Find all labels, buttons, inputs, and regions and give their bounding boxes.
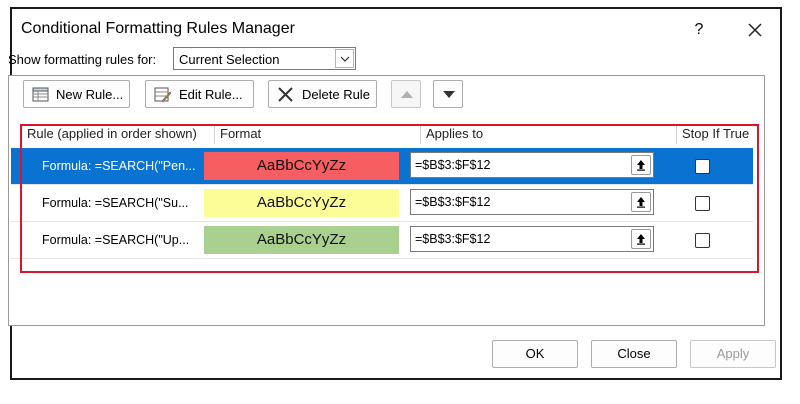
rule-description: Formula: =SEARCH("Up... bbox=[42, 233, 190, 247]
stop-if-true-checkbox[interactable] bbox=[695, 233, 710, 248]
new-rule-label: New Rule... bbox=[56, 87, 124, 102]
applies-to-field[interactable]: =$B$3:$F$12 bbox=[410, 152, 654, 178]
rule-row[interactable]: Formula: =SEARCH("Su... AaBbCcYyZz =$B$3… bbox=[11, 185, 753, 221]
collapse-dialog-icon[interactable] bbox=[631, 155, 651, 175]
edit-rule-button[interactable]: Edit Rule... bbox=[145, 80, 254, 108]
ok-button[interactable]: OK bbox=[492, 340, 578, 368]
applies-to-value: =$B$3:$F$12 bbox=[415, 195, 491, 209]
title-bar: Conditional Formatting Rules Manager ? bbox=[12, 9, 780, 49]
format-preview: AaBbCcYyZz bbox=[204, 152, 399, 180]
dialog-title: Conditional Formatting Rules Manager bbox=[21, 20, 295, 37]
stop-if-true-checkbox[interactable] bbox=[695, 196, 710, 211]
rule-description: Formula: =SEARCH("Pen... bbox=[42, 159, 196, 173]
delete-rule-button[interactable]: Delete Rule bbox=[268, 80, 377, 108]
header-format: Format bbox=[220, 126, 262, 141]
arrow-up-icon bbox=[401, 91, 413, 98]
chevron-down-icon[interactable] bbox=[335, 49, 354, 68]
applies-to-field[interactable]: =$B$3:$F$12 bbox=[410, 226, 654, 252]
rule-row[interactable]: Formula: =SEARCH("Pen... AaBbCcYyZz =$B$… bbox=[11, 148, 753, 184]
show-rules-label: Show formatting rules for: bbox=[8, 52, 157, 67]
move-down-button[interactable] bbox=[433, 80, 463, 108]
header-stop-if-true: Stop If True bbox=[682, 126, 750, 141]
stop-if-true-checkbox[interactable] bbox=[695, 159, 710, 174]
rule-row[interactable]: Formula: =SEARCH("Up... AaBbCcYyZz =$B$3… bbox=[11, 222, 753, 258]
header-separator bbox=[420, 124, 421, 144]
row-divider bbox=[11, 258, 753, 259]
applies-to-value: =$B$3:$F$12 bbox=[415, 158, 491, 172]
format-preview: AaBbCcYyZz bbox=[204, 189, 399, 217]
show-rules-value: Current Selection bbox=[179, 52, 280, 67]
show-rules-select[interactable]: Current Selection bbox=[173, 47, 356, 70]
delete-icon bbox=[278, 87, 293, 102]
header-rule: Rule (applied in order shown) bbox=[27, 126, 197, 141]
header-separator bbox=[214, 124, 215, 144]
move-up-button[interactable] bbox=[391, 80, 421, 108]
header-applies-to: Applies to bbox=[426, 126, 484, 141]
apply-button[interactable]: Apply bbox=[690, 340, 776, 368]
help-button[interactable]: ? bbox=[686, 17, 712, 43]
edit-rule-icon bbox=[154, 87, 171, 103]
header-separator bbox=[676, 124, 677, 144]
rule-description: Formula: =SEARCH("Su... bbox=[42, 196, 189, 210]
delete-rule-label: Delete Rule bbox=[302, 87, 370, 102]
edit-rule-label: Edit Rule... bbox=[179, 87, 243, 102]
close-icon[interactable] bbox=[742, 17, 768, 43]
applies-to-value: =$B$3:$F$12 bbox=[415, 232, 491, 246]
close-button[interactable]: Close bbox=[591, 340, 677, 368]
collapse-dialog-icon[interactable] bbox=[631, 192, 651, 212]
new-rule-button[interactable]: New Rule... bbox=[23, 80, 130, 108]
arrow-down-icon bbox=[443, 91, 455, 98]
format-preview: AaBbCcYyZz bbox=[204, 226, 399, 254]
new-rule-icon bbox=[32, 87, 49, 102]
collapse-dialog-icon[interactable] bbox=[631, 229, 651, 249]
applies-to-field[interactable]: =$B$3:$F$12 bbox=[410, 189, 654, 215]
